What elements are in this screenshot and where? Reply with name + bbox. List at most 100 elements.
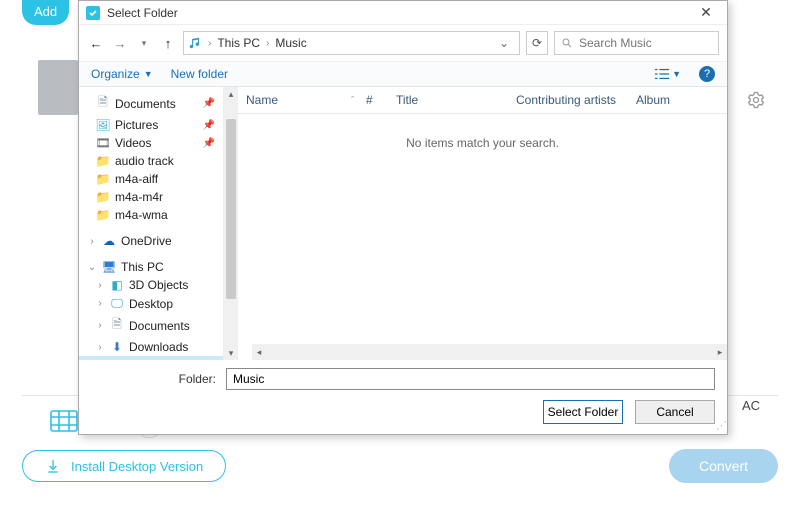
folder-icon: 📁 [95, 172, 111, 186]
pin-icon: 📌 [203, 98, 219, 109]
settings-icon[interactable] [746, 90, 766, 110]
tree-label: Downloads [129, 340, 188, 354]
nav-back-icon[interactable]: ← [87, 36, 105, 51]
expand-icon[interactable]: › [95, 320, 105, 331]
folder-icon: 📁 [95, 154, 111, 168]
add-button[interactable]: Add [22, 0, 69, 25]
convert-button[interactable]: Convert [669, 449, 778, 483]
tree-item-m4a-aiff[interactable]: 📁 m4a-aiff [79, 170, 223, 188]
scroll-up-icon[interactable]: ▴ [229, 87, 234, 101]
nav-up-icon[interactable]: ↑ [159, 36, 177, 51]
nav-forward-icon[interactable]: → [111, 36, 129, 51]
column-headers: Name ˆ # Title Contributing artists Album [238, 87, 727, 114]
tree-item-3d-objects[interactable]: › ◧ 3D Objects [79, 276, 223, 294]
column-contributing-artists[interactable]: Contributing artists [510, 91, 630, 109]
breadcrumb-music[interactable]: Music [275, 36, 306, 50]
tree-item-audio-track[interactable]: 📁audio track [79, 152, 223, 170]
tree-label: m4a-wma [115, 208, 168, 222]
column-label: Name [246, 93, 278, 107]
vertical-scrollbar[interactable]: ▴ ▾ [224, 87, 238, 360]
close-icon[interactable]: ✕ [691, 4, 721, 21]
pc-icon: 🖥 [101, 260, 117, 274]
tree-item-this-pc[interactable]: ⌄🖥This PC [79, 258, 223, 276]
folder-input[interactable] [226, 368, 715, 390]
tree-label: Desktop [129, 297, 173, 311]
tree-item-documents-pc[interactable]: › 🗎 Documents [79, 313, 223, 338]
videos-icon: 🎞 [95, 136, 111, 150]
search-input[interactable] [579, 36, 712, 50]
collapse-icon[interactable]: ⌄ [87, 262, 97, 273]
folder-label: Folder: [91, 372, 216, 386]
new-folder-button[interactable]: New folder [171, 67, 228, 81]
objects-icon: ◧ [109, 278, 125, 292]
tree-item-videos[interactable]: 🎞 Videos 📌 [79, 134, 223, 152]
column-album[interactable]: Album [630, 91, 725, 109]
sort-caret-icon: ˆ [351, 95, 354, 105]
music-icon [188, 36, 202, 50]
tree-label: m4a-aiff [115, 172, 158, 186]
expand-icon[interactable]: › [95, 280, 105, 291]
video-thumbnail [38, 60, 78, 115]
empty-message: No items match your search. [238, 114, 727, 344]
nav-tree[interactable]: 🗎 Documents 📌 🖼 Pictures 📌 🎞 Videos 📌 📁audio t… [79, 87, 224, 360]
chevron-down-icon: ▼ [144, 69, 153, 79]
breadcrumb-this-pc[interactable]: This PC [217, 36, 260, 50]
film-icon[interactable] [50, 410, 78, 432]
file-list-area: ▴ ▾ Name ˆ # Title Contributing artists A… [224, 87, 727, 360]
chevron-right-icon: › [206, 38, 213, 49]
desktop-icon: 🖵 [109, 296, 125, 311]
breadcrumb-dropdown-icon[interactable]: ⌄ [493, 36, 515, 50]
folder-icon: 📁 [95, 208, 111, 222]
select-folder-button[interactable]: Select Folder [543, 400, 623, 424]
tree-label: Videos [115, 136, 151, 150]
breadcrumb[interactable]: › This PC › Music ⌄ [183, 31, 520, 55]
cancel-button[interactable]: Cancel [635, 400, 715, 424]
tree-label: Pictures [115, 118, 158, 132]
nav-row: ← → ▾ ↑ › This PC › Music ⌄ ⟳ [79, 25, 727, 61]
chevron-down-icon: ▼ [672, 69, 681, 79]
tree-item-downloads[interactable]: › ⬇ Downloads [79, 338, 223, 356]
organize-menu[interactable]: Organize ▼ [91, 67, 153, 81]
tree-item-desktop[interactable]: › 🖵 Desktop [79, 294, 223, 313]
expand-icon[interactable]: › [95, 298, 105, 309]
tree-item-documents[interactable]: 🗎Documents📌 [79, 91, 223, 116]
expand-icon[interactable]: › [87, 236, 97, 247]
expand-icon[interactable]: › [95, 342, 105, 353]
format-label-tail: AC [742, 398, 760, 413]
tree-item-m4a-wma[interactable]: 📁 m4a-wma [79, 206, 223, 224]
horizontal-scrollbar[interactable]: ◂ ▸ [252, 344, 727, 360]
pictures-icon: 🖼 [95, 118, 111, 132]
chevron-right-icon: › [264, 38, 271, 49]
scroll-down-icon[interactable]: ▾ [229, 346, 234, 360]
tree-item-m4a-m4r[interactable]: 📁m4a-m4r [79, 188, 223, 206]
column-title[interactable]: Title [390, 91, 510, 109]
pin-icon: 📌 [203, 138, 219, 149]
cloud-icon: ☁ [101, 234, 117, 248]
pin-icon: 📌 [203, 120, 219, 131]
nav-recent-icon[interactable]: ▾ [135, 38, 153, 49]
install-desktop-button[interactable]: Install Desktop Version [22, 450, 226, 482]
tree-item-pictures[interactable]: 🖼 Pictures 📌 [79, 116, 223, 134]
document-icon: 🗎 [109, 315, 125, 336]
column-number[interactable]: # [360, 91, 390, 109]
refresh-icon[interactable]: ⟳ [526, 31, 548, 55]
scroll-thumb[interactable] [226, 119, 236, 299]
tree-label: Documents [129, 319, 190, 333]
search-box[interactable] [554, 31, 719, 55]
scroll-right-icon[interactable]: ▸ [713, 347, 727, 358]
tree-label: 3D Objects [129, 278, 188, 292]
help-icon[interactable]: ? [699, 66, 715, 82]
download-icon: ⬇ [109, 340, 125, 354]
organize-label: Organize [91, 67, 140, 81]
tree-label: m4a-m4r [115, 190, 163, 204]
view-options-button[interactable]: ▼ [654, 67, 681, 81]
select-folder-dialog: Select Folder ✕ ← → ▾ ↑ › This PC › Musi… [78, 0, 728, 435]
folder-input-row: Folder: [79, 360, 727, 394]
install-desktop-label: Install Desktop Version [71, 459, 203, 474]
download-icon [45, 458, 61, 474]
search-icon [561, 37, 573, 49]
tree-item-onedrive[interactable]: ›☁OneDrive [79, 232, 223, 250]
column-name[interactable]: Name ˆ [240, 91, 360, 109]
tree-label: Documents [115, 97, 176, 111]
scroll-left-icon[interactable]: ◂ [252, 347, 266, 358]
